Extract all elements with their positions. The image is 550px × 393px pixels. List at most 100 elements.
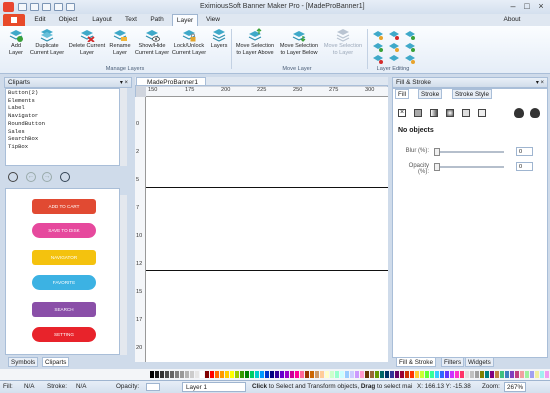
color-swatch[interactable] xyxy=(215,371,219,378)
save-icon[interactable] xyxy=(42,3,51,11)
color-swatch[interactable] xyxy=(515,371,519,378)
color-swatch[interactable] xyxy=(465,371,469,378)
tab-fill[interactable]: Fill xyxy=(395,89,410,99)
color-swatch[interactable] xyxy=(535,371,539,378)
minimize-icon[interactable]: – xyxy=(506,1,520,12)
zoom-field[interactable]: 267% xyxy=(504,382,526,392)
lock-unlock-layer-button[interactable]: Lock/Unlock Current Layer xyxy=(170,28,208,64)
about-menu[interactable]: About xyxy=(498,14,526,26)
color-swatch[interactable] xyxy=(235,371,239,378)
color-swatch[interactable] xyxy=(370,371,374,378)
color-swatch[interactable] xyxy=(390,371,394,378)
color-swatch[interactable] xyxy=(285,371,289,378)
color-swatch[interactable] xyxy=(405,371,409,378)
tab-path[interactable]: Path xyxy=(146,14,168,26)
color-swatch[interactable] xyxy=(425,371,429,378)
panel-close-icon[interactable]: ▾ × xyxy=(536,78,544,88)
tab-layer[interactable]: Layer xyxy=(172,14,198,26)
color-swatch[interactable] xyxy=(255,371,259,378)
home-icon[interactable] xyxy=(8,172,18,182)
redo-icon[interactable] xyxy=(66,3,75,11)
clipart-setting[interactable]: SETTING xyxy=(32,327,96,342)
color-swatch[interactable] xyxy=(270,371,274,378)
color-swatch[interactable] xyxy=(360,371,364,378)
maximize-icon[interactable]: □ xyxy=(520,1,534,12)
move-to-layer-above-button[interactable]: Move Selection to Layer Above xyxy=(233,28,277,64)
tab-layout[interactable]: Layout xyxy=(88,14,116,26)
radial-gradient-icon[interactable] xyxy=(446,109,454,117)
refresh-icon[interactable] xyxy=(60,172,70,182)
color-swatch[interactable] xyxy=(385,371,389,378)
tab-edit[interactable]: Edit xyxy=(30,14,50,26)
color-swatch[interactable] xyxy=(375,371,379,378)
list-item[interactable]: Label xyxy=(6,104,119,112)
color-swatch[interactable] xyxy=(310,371,314,378)
color-swatch[interactable] xyxy=(185,371,189,378)
layer-editing-icons[interactable] xyxy=(372,30,420,64)
color-swatch[interactable] xyxy=(380,371,384,378)
list-item[interactable]: SearchBox xyxy=(6,135,119,143)
color-swatch[interactable] xyxy=(355,371,359,378)
delete-layer-button[interactable]: Delete Current Layer xyxy=(66,28,108,64)
color-swatch[interactable] xyxy=(250,371,254,378)
tab-cliparts[interactable]: Cliparts xyxy=(42,357,70,367)
color-swatch[interactable] xyxy=(460,371,464,378)
color-swatch[interactable] xyxy=(265,371,269,378)
color-swatch[interactable] xyxy=(295,371,299,378)
opacity-spinbox[interactable]: 0 xyxy=(516,162,533,171)
list-item[interactable]: TipBox xyxy=(6,143,119,151)
color-swatch[interactable] xyxy=(540,371,544,378)
color-swatch[interactable] xyxy=(530,371,534,378)
color-swatch[interactable] xyxy=(195,371,199,378)
color-swatch[interactable] xyxy=(320,371,324,378)
color-swatch[interactable] xyxy=(510,371,514,378)
forward-icon[interactable]: → xyxy=(42,172,52,182)
color-swatch[interactable] xyxy=(175,371,179,378)
list-item[interactable]: Button(2) xyxy=(6,89,119,97)
list-item[interactable]: Navigator xyxy=(6,112,119,120)
color-swatch[interactable] xyxy=(325,371,329,378)
fill-rule-nonzero-icon[interactable] xyxy=(530,108,540,118)
color-swatch[interactable] xyxy=(245,371,249,378)
color-swatch[interactable] xyxy=(190,371,194,378)
tab-text[interactable]: Text xyxy=(120,14,142,26)
color-swatch[interactable] xyxy=(335,371,339,378)
color-swatch[interactable] xyxy=(345,371,349,378)
color-swatch[interactable] xyxy=(490,371,494,378)
color-swatch[interactable] xyxy=(420,371,424,378)
color-swatch[interactable] xyxy=(520,371,524,378)
swatch-icon[interactable] xyxy=(478,109,486,117)
list-item[interactable]: RoundButton xyxy=(6,120,119,128)
tab-widgets[interactable]: Widgets xyxy=(465,357,494,367)
color-swatch[interactable] xyxy=(260,371,264,378)
close-icon[interactable]: × xyxy=(534,1,548,12)
blur-spinbox[interactable]: 0 xyxy=(516,147,533,156)
color-swatch[interactable] xyxy=(350,371,354,378)
list-scrollbar[interactable] xyxy=(120,88,127,166)
tab-object[interactable]: Object xyxy=(54,14,82,26)
color-swatch[interactable] xyxy=(435,371,439,378)
color-swatch[interactable] xyxy=(495,371,499,378)
clipart-add-to-cart[interactable]: ADD TO CART xyxy=(32,199,96,214)
layers-button[interactable]: Layers xyxy=(208,28,230,64)
color-swatch[interactable] xyxy=(220,371,224,378)
color-swatch[interactable] xyxy=(340,371,344,378)
clipart-save-to-disk[interactable]: SAVE TO DISK xyxy=(32,223,96,238)
undo-icon[interactable] xyxy=(54,3,63,11)
opacity-slider-handle[interactable] xyxy=(434,163,440,171)
flat-color-icon[interactable] xyxy=(414,109,422,117)
open-icon[interactable] xyxy=(30,3,39,11)
color-swatch[interactable] xyxy=(160,371,164,378)
show-hide-layer-button[interactable]: Show/Hide Current Layer xyxy=(134,28,170,64)
color-swatch[interactable] xyxy=(155,371,159,378)
color-swatch[interactable] xyxy=(545,371,549,378)
no-paint-icon[interactable]: × xyxy=(398,109,406,117)
color-swatch[interactable] xyxy=(415,371,419,378)
color-swatch[interactable] xyxy=(315,371,319,378)
color-swatch[interactable] xyxy=(395,371,399,378)
tab-fill-and-stroke[interactable]: Fill & Stroke xyxy=(396,357,436,367)
color-swatch[interactable] xyxy=(300,371,304,378)
color-swatch[interactable] xyxy=(480,371,484,378)
linear-gradient-icon[interactable] xyxy=(430,109,438,117)
color-swatch[interactable] xyxy=(170,371,174,378)
